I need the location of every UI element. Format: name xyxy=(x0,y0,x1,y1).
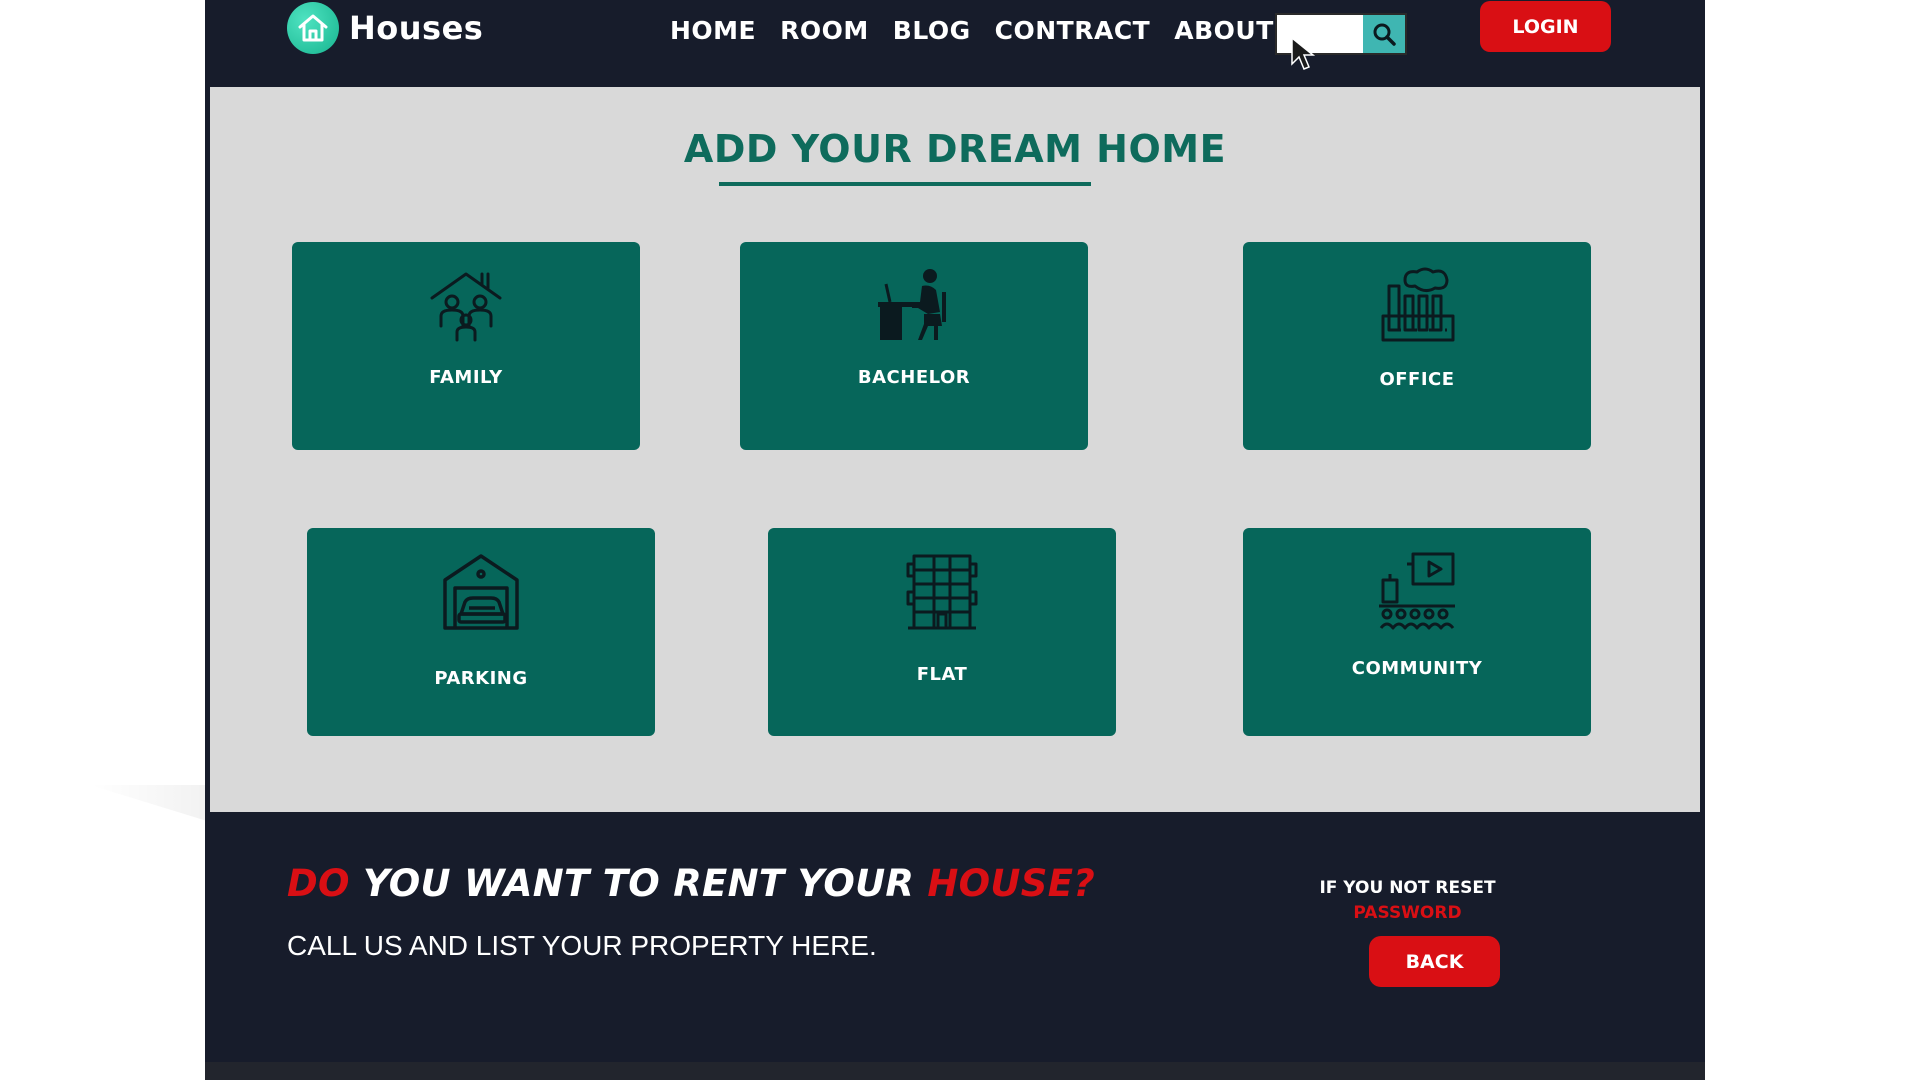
heading-part-do: DO xyxy=(287,862,350,905)
main-nav: HOME ROOM BLOG CONTRACT ABOUT xyxy=(670,16,1274,45)
title-underline xyxy=(719,182,1091,186)
brand-logo[interactable]: Houses xyxy=(287,2,483,54)
nav-room[interactable]: ROOM xyxy=(780,16,869,45)
dream-home-panel: ADD YOUR DREAM HOME FAMILY BACHELOR OFFI… xyxy=(210,87,1700,812)
app-frame: Houses HOME ROOM BLOG CONTRACT ABOUT LOG… xyxy=(205,0,1705,1080)
brand-name: Houses xyxy=(349,9,484,47)
family-house-icon xyxy=(430,272,502,342)
mouse-pointer-icon xyxy=(1291,36,1316,70)
category-card-parking[interactable]: PARKING xyxy=(307,528,655,736)
nav-blog[interactable]: BLOG xyxy=(893,16,971,45)
footer-banner: DO YOU WANT TO RENT YOUR HOUSE? CALL US … xyxy=(205,812,1705,1062)
nav-about[interactable]: ABOUT xyxy=(1174,16,1274,45)
rent-subheading: CALL US AND LIST YOUR PROPERTY HERE. xyxy=(287,930,877,961)
nav-contract[interactable]: CONTRACT xyxy=(995,16,1151,45)
heading-part-house: HOUSE? xyxy=(927,862,1096,905)
rent-heading: DO YOU WANT TO RENT YOUR HOUSE? xyxy=(287,862,1095,905)
top-navbar: Houses HOME ROOM BLOG CONTRACT ABOUT LOG… xyxy=(205,0,1705,87)
category-label: COMMUNITY xyxy=(1351,658,1483,679)
search-button[interactable] xyxy=(1363,15,1405,53)
category-card-family[interactable]: FAMILY xyxy=(292,242,640,450)
reset-note-text: IF YOU NOT RESET xyxy=(1319,878,1496,898)
category-card-office[interactable]: OFFICE xyxy=(1243,242,1591,450)
category-label: FAMILY xyxy=(429,367,503,388)
category-label: FLAT xyxy=(916,664,968,685)
community-screen-icon xyxy=(1379,552,1455,630)
nav-home[interactable]: HOME xyxy=(670,16,756,45)
bottom-strip xyxy=(205,1062,1705,1080)
search-icon xyxy=(1373,23,1396,46)
heading-part-middle: YOU WANT TO RENT YOUR xyxy=(349,862,928,905)
house-logo-icon xyxy=(287,2,339,54)
category-label: OFFICE xyxy=(1379,369,1455,390)
category-card-bachelor[interactable]: BACHELOR xyxy=(740,242,1088,450)
category-label: PARKING xyxy=(434,668,528,689)
factory-icon xyxy=(1381,267,1455,342)
category-card-community[interactable]: COMMUNITY xyxy=(1243,528,1591,736)
page-title: ADD YOUR DREAM HOME xyxy=(683,127,1227,171)
person-desk-icon xyxy=(878,269,946,340)
garage-car-icon xyxy=(443,554,519,630)
login-button[interactable]: LOGIN xyxy=(1480,1,1611,52)
apartment-building-icon xyxy=(906,554,978,630)
reset-password-link[interactable]: PASSWORD xyxy=(1305,901,1510,926)
back-button[interactable]: BACK xyxy=(1369,936,1500,987)
reset-password-note: IF YOU NOT RESET PASSWORD xyxy=(1305,876,1510,926)
category-card-flat[interactable]: FLAT xyxy=(768,528,1116,736)
page-shadow xyxy=(90,785,220,825)
category-label: BACHELOR xyxy=(857,367,971,388)
